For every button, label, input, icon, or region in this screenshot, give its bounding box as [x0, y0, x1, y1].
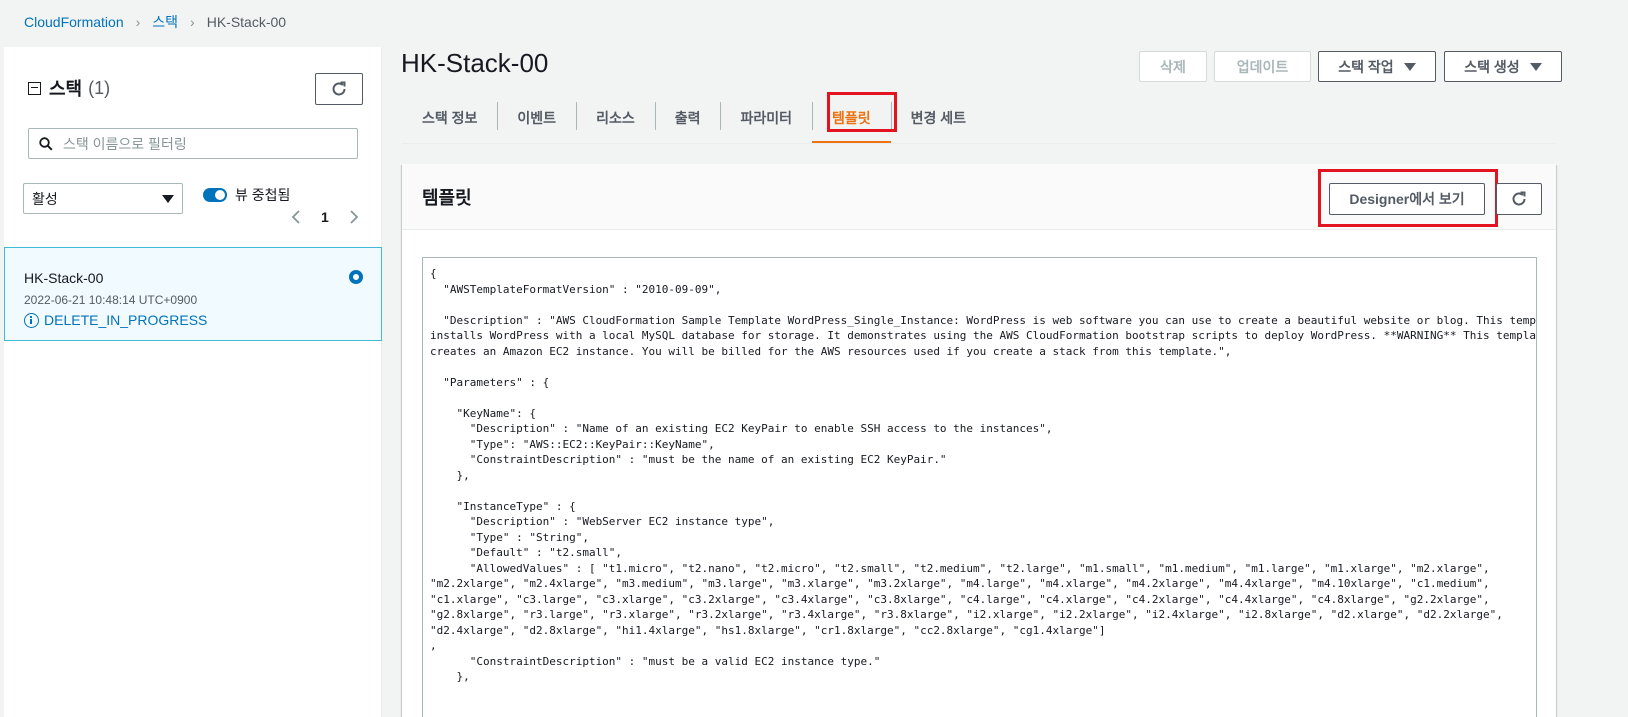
collapse-icon[interactable]: [28, 81, 41, 95]
tab-outputs[interactable]: 출력: [654, 92, 721, 144]
code-line: installs WordPress with a local MySQL da…: [430, 329, 1537, 342]
chevron-left-icon[interactable]: [291, 210, 301, 224]
chevron-right-icon[interactable]: [349, 210, 359, 224]
stack-tabs: 스택 정보 이벤트 리소스 출력 파라미터 템플릿 변경 세트: [402, 92, 986, 144]
template-code: { "AWSTemplateFormatVersion" : "2010-09-…: [423, 258, 1536, 685]
tab-stack-info[interactable]: 스택 정보: [402, 92, 497, 144]
code-line: "InstanceType" : {: [430, 499, 576, 513]
code-line: },: [430, 670, 470, 683]
chevron-right-icon: ›: [135, 14, 141, 30]
status-filter-value: 활성: [32, 190, 58, 207]
caret-down-icon: [162, 194, 174, 203]
tabs-divider: [402, 143, 1556, 144]
caret-down-icon: [1403, 62, 1416, 71]
status-filter-select[interactable]: 활성: [23, 183, 183, 214]
nested-view-toggle[interactable]: [203, 188, 227, 202]
code-line: "c1.xlarge", "c3.large", "c3.xlarge", "c…: [430, 592, 1490, 606]
code-line: "Description" : "AWS CloudFormation Samp…: [430, 313, 1537, 327]
tab-resources[interactable]: 리소스: [576, 92, 655, 144]
breadcrumb-stacks-link[interactable]: 스택: [152, 12, 178, 32]
stack-list-item[interactable]: HK-Stack-00 2022-06-21 10:48:14 UTC+0900…: [4, 247, 382, 341]
code-line: },: [430, 468, 470, 482]
code-line: "KeyName": {: [430, 406, 536, 420]
page-title: HK-Stack-00: [401, 48, 549, 78]
tab-parameters[interactable]: 파라미터: [720, 92, 812, 144]
code-line: creates an Amazon EC2 instance. You will…: [430, 344, 1232, 358]
code-line: ,: [430, 639, 437, 652]
code-line: "ConstraintDescription" : "must be a val…: [430, 654, 881, 668]
view-in-designer-button[interactable]: Designer에서 보기: [1329, 183, 1485, 215]
stack-filter-search: [28, 128, 358, 159]
code-line: "AWSTemplateFormatVersion" : "2010-09-09…: [430, 282, 722, 296]
code-line: "Default" : "t2.small",: [430, 546, 623, 559]
code-line: "Parameters" : {: [430, 375, 550, 389]
template-header: 템플릿 Designer에서 보기: [402, 164, 1556, 230]
template-tab-highlight: [827, 92, 897, 132]
stacks-panel-header: 스택 (1): [28, 75, 110, 101]
code-line: "AllowedValues" : [ "t1.micro", "t2.nano…: [430, 561, 1490, 575]
stack-created-date: 2022-06-21 10:48:14 UTC+0900: [24, 293, 198, 307]
breadcrumb-cloudformation-link[interactable]: CloudFormation: [24, 14, 124, 30]
tab-events[interactable]: 이벤트: [497, 92, 576, 144]
caret-down-icon: [1529, 62, 1542, 71]
code-line: "Type": "AWS::EC2::KeyPair::KeyName",: [430, 437, 715, 451]
code-line: "g2.8xlarge", "r3.large", "r3.xlarge", "…: [430, 608, 1503, 621]
delete-button[interactable]: 삭제: [1139, 51, 1207, 82]
template-container: 템플릿 Designer에서 보기 { "AWSTemplateFormatVe…: [402, 164, 1556, 717]
code-line: "Description" : "WebServer EC2 instance …: [430, 515, 775, 528]
page-number[interactable]: 1: [321, 209, 329, 225]
code-line: "d2.4xlarge", "d2.8xlarge", "hi1.4xlarge…: [430, 623, 1106, 637]
refresh-icon: [1512, 191, 1526, 206]
stack-name[interactable]: HK-Stack-00: [24, 270, 103, 286]
stack-actions-button[interactable]: 스택 작업: [1318, 51, 1436, 82]
info-icon: [24, 312, 39, 328]
nested-view-label: 뷰 중첩됨: [235, 187, 291, 203]
template-code-box[interactable]: { "AWSTemplateFormatVersion" : "2010-09-…: [422, 257, 1537, 717]
stack-actions-label: 스택 작업: [1338, 58, 1394, 75]
pagination: 1: [291, 209, 359, 225]
refresh-icon: [332, 81, 346, 96]
nested-view-toggle-wrap: 뷰 중첩됨: [203, 185, 290, 205]
stack-filter-input[interactable]: [63, 135, 343, 152]
stacks-count: (1): [88, 77, 111, 98]
template-refresh-button[interactable]: [1496, 183, 1542, 215]
code-line: "ConstraintDescription" : "must be the n…: [430, 453, 947, 466]
tab-change-sets[interactable]: 변경 세트: [890, 92, 986, 144]
code-line: "m2.2xlarge", "m2.4xlarge", "m3.medium",…: [430, 577, 1490, 590]
code-line: "Type" : "String",: [430, 530, 589, 544]
chevron-right-icon: ›: [190, 14, 195, 30]
code-line: {: [430, 267, 437, 280]
update-button[interactable]: 업데이트: [1214, 51, 1311, 82]
stacks-refresh-button[interactable]: [315, 73, 363, 105]
breadcrumb: CloudFormation › 스택 › HK-Stack-00: [24, 12, 286, 32]
stacks-panel-title: 스택: [49, 79, 83, 99]
breadcrumb-current: HK-Stack-00: [206, 14, 287, 30]
template-title: 템플릿: [422, 188, 472, 208]
stack-status-text: DELETE_IN_PROGRESS: [44, 312, 208, 328]
code-line: "Description" : "Name of an existing EC2…: [430, 422, 1053, 435]
stack-select-radio[interactable]: [349, 270, 363, 284]
stack-status: DELETE_IN_PROGRESS: [24, 312, 207, 328]
create-stack-button[interactable]: 스택 생성: [1444, 51, 1562, 82]
stacks-panel: 스택 (1) 활성 뷰 중첩됨 1 HK-Stack-00 2022-06-21…: [4, 47, 382, 717]
create-stack-label: 스택 생성: [1464, 58, 1520, 75]
search-icon: [39, 136, 53, 151]
